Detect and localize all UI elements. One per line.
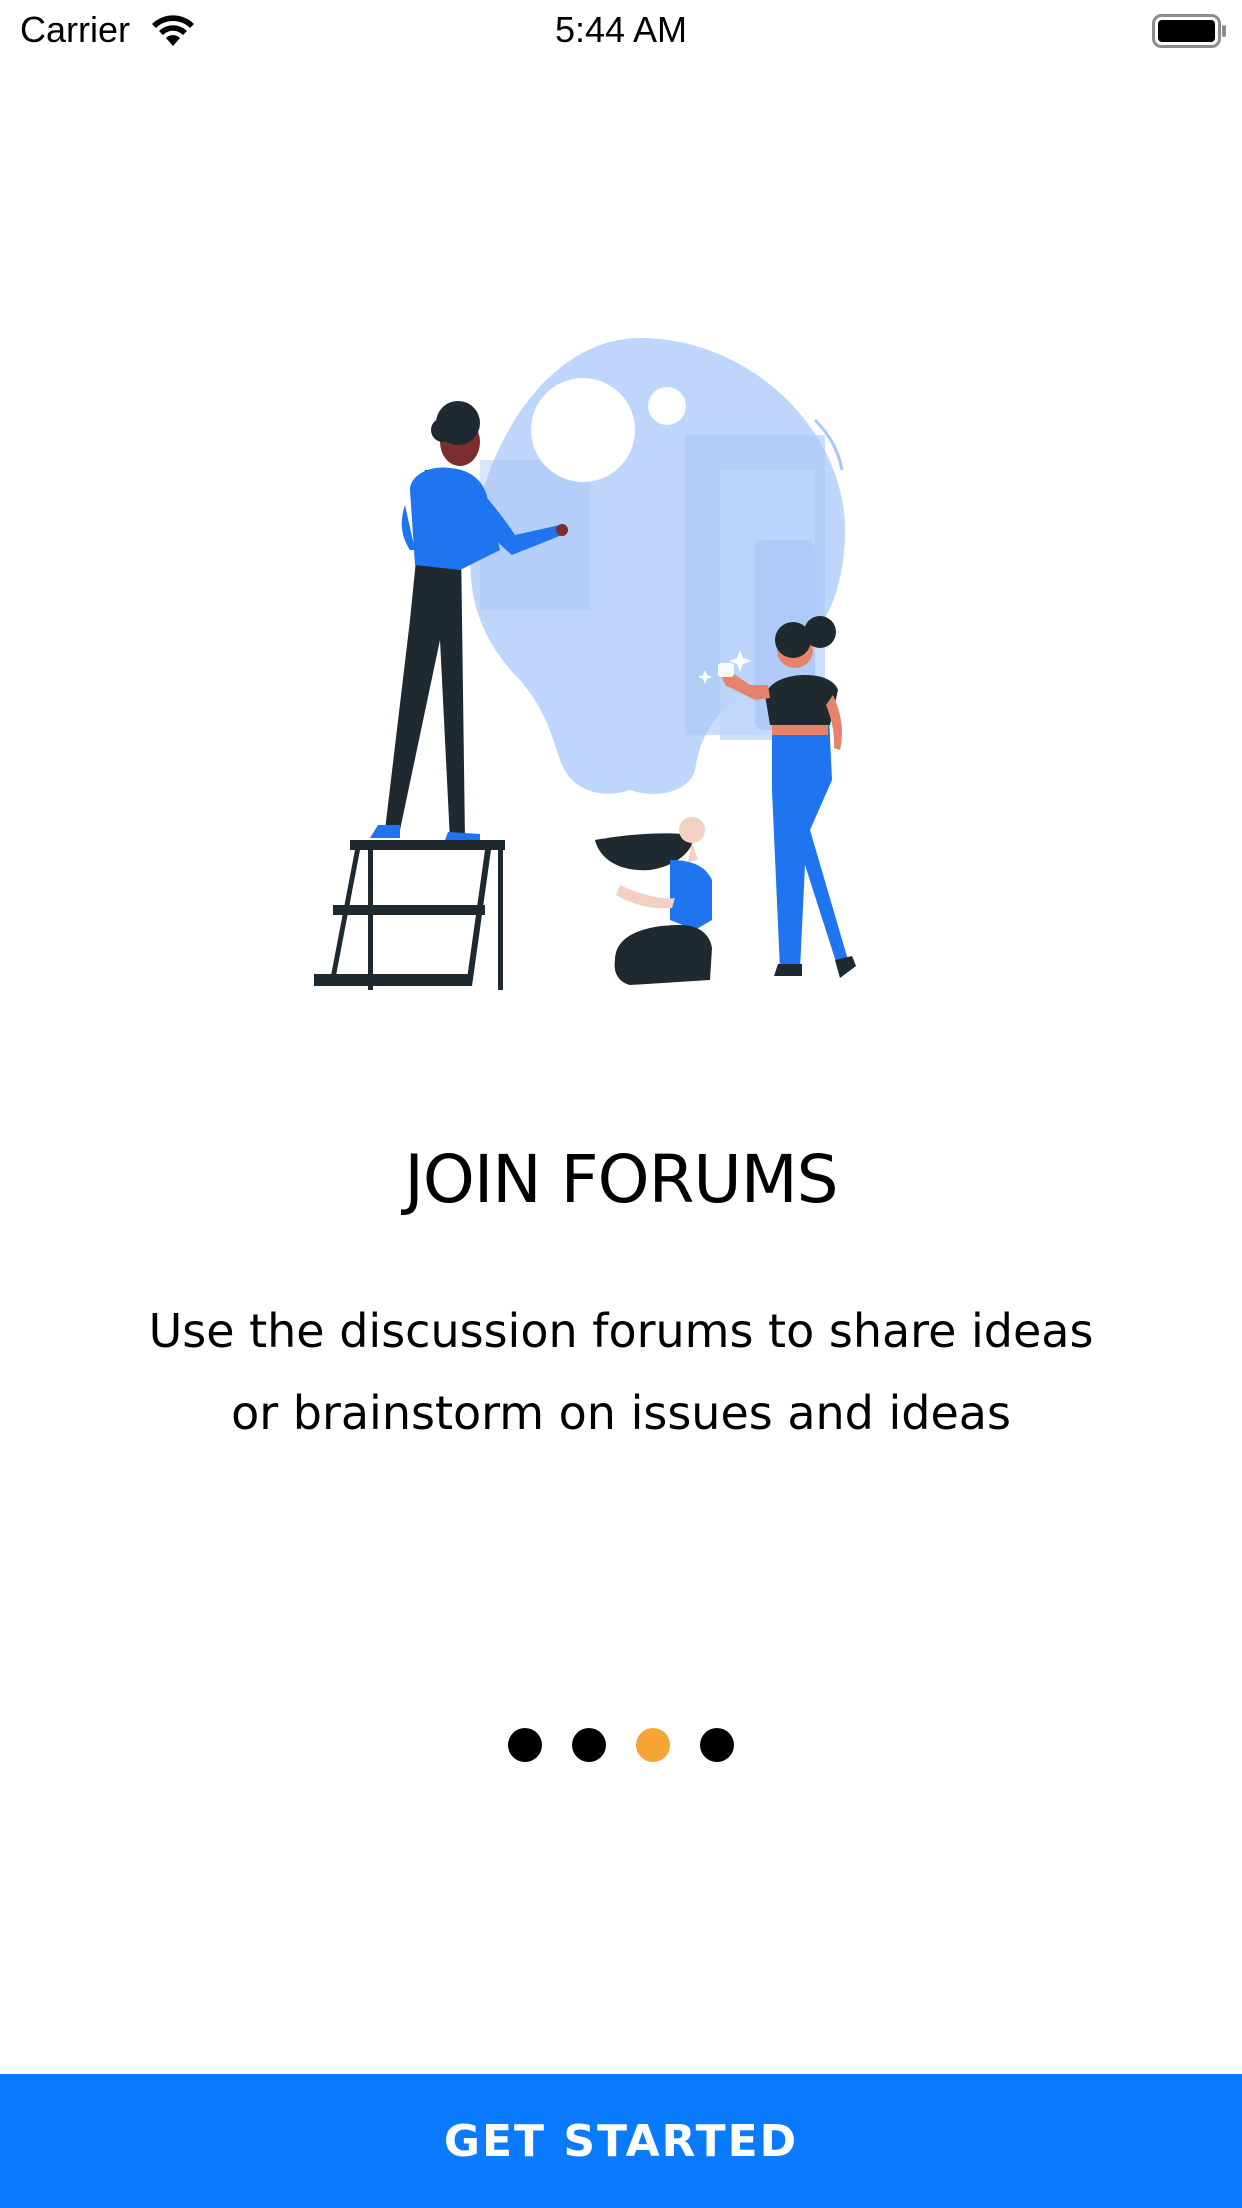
page-dot-4[interactable] (700, 1728, 734, 1762)
battery-icon (1152, 14, 1226, 48)
onboarding-description: Use the discussion forums to share ideas… (148, 1304, 1094, 1440)
page-dot-2[interactable] (572, 1728, 606, 1762)
onboarding-title: JOIN FORUMS (404, 1141, 838, 1218)
page-dot-1[interactable] (508, 1728, 542, 1762)
page-indicator[interactable] (0, 1728, 1242, 1762)
people-brainstorming-lightbulb-illustration (314, 338, 856, 990)
sitting-man-figure (595, 817, 712, 985)
status-bar: Carrier 5:44 AM (0, 0, 1242, 62)
page-dot-3-active[interactable] (636, 1728, 670, 1762)
status-time: 5:44 AM (554, 9, 688, 50)
ladder (314, 840, 505, 990)
get-started-button[interactable]: GET STARTED (0, 2074, 1242, 2208)
